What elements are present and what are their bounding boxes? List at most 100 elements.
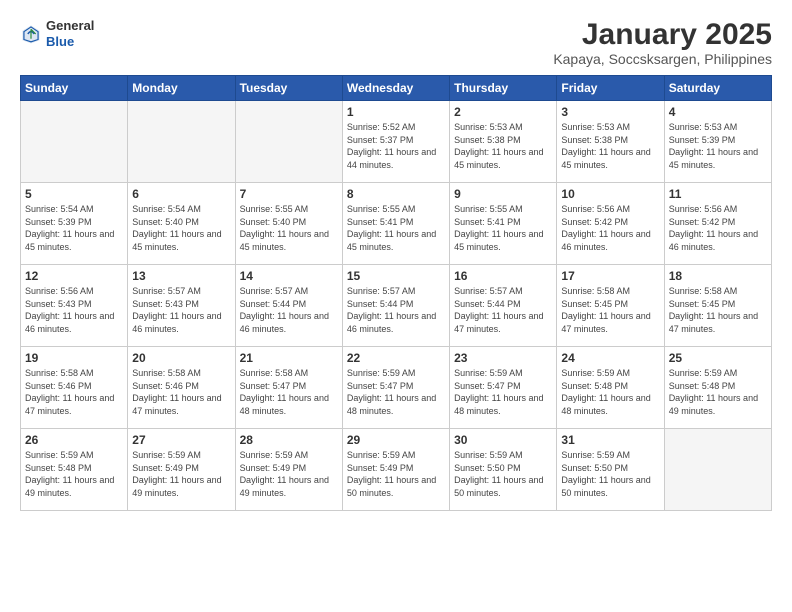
day-info: Sunrise: 5:55 AM Sunset: 5:40 PM Dayligh… [240, 203, 338, 253]
header-row: Sunday Monday Tuesday Wednesday Thursday… [21, 76, 772, 101]
week-row-2: 12Sunrise: 5:56 AM Sunset: 5:43 PM Dayli… [21, 265, 772, 347]
week-row-4: 26 Sunrise: 5:59 AM Sunset: 5:48 PM Dayli… [21, 429, 772, 511]
table-row [235, 101, 342, 183]
table-row: 13 Sunrise: 5:57 AM Sunset: 5:43 PM Dayli… [128, 265, 235, 347]
day-info: Sunrise: 5:53 AM Sunset: 5:38 PM Dayligh… [561, 121, 659, 171]
day-number: 27 [132, 433, 230, 447]
table-row: 3 Sunrise: 5:53 AM Sunset: 5:38 PM Daylig… [557, 101, 664, 183]
day-info: Sunrise: 5:58 AM Sunset: 5:46 PM Dayligh… [132, 367, 230, 417]
col-wednesday: Wednesday [342, 76, 449, 101]
col-thursday: Thursday [450, 76, 557, 101]
day-number: 17 [561, 269, 659, 283]
day-number: 16 [454, 269, 552, 283]
col-saturday: Saturday [664, 76, 771, 101]
day-number: 15 [347, 269, 445, 283]
logo-blue: Blue [46, 34, 94, 50]
day-info: Sunrise: 5:58 AM Sunset: 5:45 PM Dayligh… [669, 285, 767, 335]
col-tuesday: Tuesday [235, 76, 342, 101]
day-number: 2 [454, 105, 552, 119]
day-info: Sunrise: 5:59 AM Sunset: 5:48 PM Dayligh… [561, 367, 659, 417]
day-info: Sunrise: 5:56 AM Sunset: 5:43 PM Dayligh… [25, 285, 123, 335]
table-row [128, 101, 235, 183]
table-row: 1 Sunrise: 5:52 AM Sunset: 5:37 PM Daylig… [342, 101, 449, 183]
table-row: 19Sunrise: 5:58 AM Sunset: 5:46 PM Dayli… [21, 347, 128, 429]
day-number: 9 [454, 187, 552, 201]
page: General Blue January 2025 Kapaya, Soccsk… [0, 0, 792, 612]
day-info: Sunrise: 5:59 AM Sunset: 5:49 PM Dayligh… [240, 449, 338, 499]
logo-icon [20, 23, 42, 45]
table-row: 17 Sunrise: 5:58 AM Sunset: 5:45 PM Dayli… [557, 265, 664, 347]
day-info: Sunrise: 5:57 AM Sunset: 5:43 PM Dayligh… [132, 285, 230, 335]
table-row [664, 429, 771, 511]
day-info: Sunrise: 5:52 AM Sunset: 5:37 PM Dayligh… [347, 121, 445, 171]
day-number: 8 [347, 187, 445, 201]
day-info: Sunrise: 5:57 AM Sunset: 5:44 PM Dayligh… [240, 285, 338, 335]
day-info: Sunrise: 5:58 AM Sunset: 5:47 PM Dayligh… [240, 367, 338, 417]
col-friday: Friday [557, 76, 664, 101]
table-row: 22Sunrise: 5:59 AM Sunset: 5:47 PM Dayli… [342, 347, 449, 429]
table-row: 21 Sunrise: 5:58 AM Sunset: 5:47 PM Dayli… [235, 347, 342, 429]
day-number: 1 [347, 105, 445, 119]
logo-general: General [46, 18, 94, 34]
day-number: 18 [669, 269, 767, 283]
table-row: 18 Sunrise: 5:58 AM Sunset: 5:45 PM Dayli… [664, 265, 771, 347]
table-row: 11 Sunrise: 5:56 AM Sunset: 5:42 PM Dayli… [664, 183, 771, 265]
day-info: Sunrise: 5:55 AM Sunset: 5:41 PM Dayligh… [454, 203, 552, 253]
table-row: 23 Sunrise: 5:59 AM Sunset: 5:47 PM Dayli… [450, 347, 557, 429]
col-sunday: Sunday [21, 76, 128, 101]
table-row [21, 101, 128, 183]
table-row: 24 Sunrise: 5:59 AM Sunset: 5:48 PM Dayli… [557, 347, 664, 429]
table-row: 26 Sunrise: 5:59 AM Sunset: 5:48 PM Dayli… [21, 429, 128, 511]
day-number: 7 [240, 187, 338, 201]
table-row: 16 Sunrise: 5:57 AM Sunset: 5:44 PM Dayli… [450, 265, 557, 347]
table-row: 10Sunrise: 5:56 AM Sunset: 5:42 PM Dayli… [557, 183, 664, 265]
day-number: 13 [132, 269, 230, 283]
week-row-1: 5Sunrise: 5:54 AM Sunset: 5:39 PM Daylig… [21, 183, 772, 265]
day-number: 29 [347, 433, 445, 447]
day-number: 21 [240, 351, 338, 365]
table-row: 2Sunrise: 5:53 AM Sunset: 5:38 PM Daylig… [450, 101, 557, 183]
day-info: Sunrise: 5:56 AM Sunset: 5:42 PM Dayligh… [561, 203, 659, 253]
day-number: 22 [347, 351, 445, 365]
day-number: 6 [132, 187, 230, 201]
day-info: Sunrise: 5:55 AM Sunset: 5:41 PM Dayligh… [347, 203, 445, 253]
table-row: 8 Sunrise: 5:55 AM Sunset: 5:41 PM Daylig… [342, 183, 449, 265]
calendar-title: January 2025 [553, 18, 772, 51]
day-number: 5 [25, 187, 123, 201]
header: General Blue January 2025 Kapaya, Soccsk… [20, 18, 772, 67]
day-number: 30 [454, 433, 552, 447]
day-number: 28 [240, 433, 338, 447]
day-info: Sunrise: 5:53 AM Sunset: 5:39 PM Dayligh… [669, 121, 767, 171]
day-number: 14 [240, 269, 338, 283]
logo: General Blue [20, 18, 94, 49]
day-info: Sunrise: 5:59 AM Sunset: 5:48 PM Dayligh… [25, 449, 123, 499]
day-number: 11 [669, 187, 767, 201]
table-row: 27 Sunrise: 5:59 AM Sunset: 5:49 PM Dayli… [128, 429, 235, 511]
day-number: 31 [561, 433, 659, 447]
day-number: 26 [25, 433, 123, 447]
table-row: 12Sunrise: 5:56 AM Sunset: 5:43 PM Dayli… [21, 265, 128, 347]
week-row-3: 19 Sunrise: 5:58 AM Sunset: 5:46 PM Dayli… [21, 347, 772, 429]
day-number: 19 [25, 351, 123, 365]
calendar-table: Sunday Monday Tuesday Wednesday Thursday… [20, 75, 772, 511]
day-info: Sunrise: 5:56 AM Sunset: 5:42 PM Dayligh… [669, 203, 767, 253]
calendar-subtitle: Kapaya, Soccsksargen, Philippines [553, 51, 772, 67]
day-number: 3 [561, 105, 659, 119]
table-row: 4 Sunrise: 5:53 AM Sunset: 5:39 PM Daylig… [664, 101, 771, 183]
day-info: Sunrise: 5:58 AM Sunset: 5:45 PM Dayligh… [561, 285, 659, 335]
table-row: 9 Sunrise: 5:55 AM Sunset: 5:41 PM Daylig… [450, 183, 557, 265]
table-row: 6Sunrise: 5:54 AM Sunset: 5:40 PM Daylig… [128, 183, 235, 265]
table-row: 7 Sunrise: 5:55 AM Sunset: 5:40 PM Daylig… [235, 183, 342, 265]
table-row: 29Sunrise: 5:59 AM Sunset: 5:49 PM Dayli… [342, 429, 449, 511]
day-number: 23 [454, 351, 552, 365]
day-info: Sunrise: 5:57 AM Sunset: 5:44 PM Dayligh… [454, 285, 552, 335]
day-info: Sunrise: 5:59 AM Sunset: 5:50 PM Dayligh… [561, 449, 659, 499]
day-number: 24 [561, 351, 659, 365]
day-number: 4 [669, 105, 767, 119]
day-info: Sunrise: 5:59 AM Sunset: 5:49 PM Dayligh… [132, 449, 230, 499]
title-block: January 2025 Kapaya, Soccsksargen, Phili… [553, 18, 772, 67]
table-row: 14 Sunrise: 5:57 AM Sunset: 5:44 PM Dayli… [235, 265, 342, 347]
day-info: Sunrise: 5:59 AM Sunset: 5:47 PM Dayligh… [454, 367, 552, 417]
day-info: Sunrise: 5:57 AM Sunset: 5:44 PM Dayligh… [347, 285, 445, 335]
table-row: 28 Sunrise: 5:59 AM Sunset: 5:49 PM Dayli… [235, 429, 342, 511]
